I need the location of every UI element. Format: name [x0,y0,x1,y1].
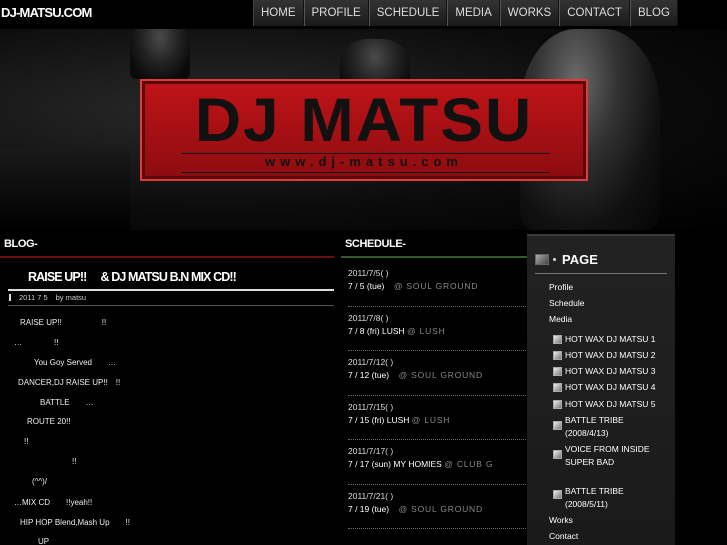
nav-media[interactable]: MEDIA [447,0,500,26]
bullet-icon [553,258,556,261]
image-icon [553,450,562,459]
post-author: by matsu [55,293,87,302]
schedule-item[interactable]: 2011/7/8( ) 7 / 8 (fri) LUSH @ LUSH [348,307,526,351]
post-meta: 2011 7 5 by matsu [9,293,86,302]
sidebar-heading: PAGE [535,252,598,267]
schedule-date[interactable]: 2011/7/15( ) [348,402,526,412]
post-title-divider [8,289,334,291]
nav-schedule[interactable]: SCHEDULE [368,0,448,26]
image-icon [553,367,562,376]
schedule-date[interactable]: 2011/7/8( ) [348,313,526,323]
post-line: (^^)/ [32,477,48,486]
schedule-heading: SCHEDULE- [345,238,406,250]
schedule-venue: @ LUSH [407,325,446,336]
schedule-venue: @ CLUB G [444,459,494,469]
nav-blog[interactable]: BLOG [629,0,678,26]
schedule-event: 7 / 5 (tue) @ SOUL GROUND [348,281,479,291]
sidebar-media-item[interactable]: BATTLE TRIBE (2008/5/11) [553,485,653,511]
sidebar-link-media[interactable]: Media [549,314,572,324]
page-sidebar: PAGE Profile Schedule Media HOT WAX DJ M… [527,234,675,545]
logo-text: DJ MATSU [194,85,534,155]
schedule-event: 7 / 12 (tue) @ SOUL GROUND [348,370,483,380]
banner-photo-figure [130,29,190,79]
sidebar-media-item[interactable]: HOT WAX DJ MATSU 3 [553,365,656,378]
post-line: RAISE UP!! !! [20,318,107,327]
meta-marker [9,294,11,301]
site-title[interactable]: DJ-MATSU.COM [1,5,92,20]
sidebar-link-contact[interactable]: Contact [549,531,578,541]
schedule-venue: @ SOUL GROUND [398,503,483,514]
schedule-item[interactable]: 2011/7/21( ) 7 / 19 (tue) @ SOUL GROUND [348,485,526,529]
schedule-divider [341,256,527,258]
schedule-date[interactable]: 2011/7/5( ) [348,268,526,278]
schedule-item[interactable]: 2011/7/17( ) 7 / 17 (sun) MY HOMIES @ CL… [348,440,526,485]
schedule-venue: @ LUSH [411,414,451,425]
post-line: … !! [14,338,59,347]
hero-banner: DJ MATSU www.dj-matsu.com [0,29,727,230]
sidebar-media-item[interactable]: HOT WAX DJ MATSU 2 [553,349,656,362]
post-line: !! [24,437,29,446]
blog-divider [0,256,334,258]
main-nav: HOME PROFILE SCHEDULE MEDIA WORKS CONTAC… [253,0,678,26]
post-line: …MIX CD !!yeah!! [14,498,93,507]
image-icon [553,351,562,360]
schedule-venue: @ SOUL GROUND [393,281,479,291]
dj-logo: DJ MATSU www.dj-matsu.com [140,79,588,181]
schedule-venue: @ SOUL GROUND [398,370,483,380]
sidebar-media-item[interactable]: VOICE FROM INSIDE SUPER BAD [553,443,663,469]
sidebar-heading-text: PAGE [562,252,598,267]
nav-contact[interactable]: CONTACT [559,0,630,26]
post-date: 2011 7 5 [19,293,48,302]
post-line: HIP HOP Blend,Mash Up !! [20,518,130,527]
schedule-event: 7 / 15 (fri) LUSH @ LUSH [348,414,451,425]
sidebar-media-item[interactable]: BATTLE TRIBE (2008/4/13) [553,414,653,440]
sidebar-media-item[interactable]: HOT WAX DJ MATSU 1 [553,333,656,346]
sidebar-media-item[interactable]: HOT WAX DJ MATSU 4 [553,381,656,394]
page-icon [535,254,549,265]
schedule-event: 7 / 19 (tue) @ SOUL GROUND [348,503,483,514]
schedule-item[interactable]: 2011/7/5( ) 7 / 5 (tue) @ SOUL GROUND [348,262,526,307]
post-title[interactable]: RAISE UP!! & DJ MATSU B.N MIX CD!! [28,266,237,285]
image-icon [553,335,562,344]
post-line: !! [72,457,77,466]
schedule-date[interactable]: 2011/7/17( ) [348,446,526,456]
nav-profile[interactable]: PROFILE [303,0,369,26]
blog-heading: BLOG- [4,238,38,250]
sidebar-divider [535,273,667,274]
post-line: UP [38,537,50,545]
schedule-event: 7 / 17 (sun) MY HOMIES @ CLUB G [348,459,494,469]
sidebar-link-schedule[interactable]: Schedule [549,298,584,308]
post-line: You Goy Served … [34,358,116,367]
logo-url: www.dj-matsu.com [265,154,463,169]
post-line: BATTLE … [40,398,94,407]
schedule-item[interactable]: 2011/7/12( ) 7 / 12 (tue) @ SOUL GROUND [348,351,526,396]
sidebar-media-item[interactable]: HOT WAX DJ MATSU 5 [553,398,656,411]
schedule-date[interactable]: 2011/7/12( ) [348,357,526,367]
nav-home[interactable]: HOME [253,0,304,26]
banner-photo-shadow [0,149,130,230]
sidebar-link-works[interactable]: Works [549,515,573,525]
logo-rule [182,172,550,173]
schedule-list: 2011/7/5( ) 7 / 5 (tue) @ SOUL GROUND 20… [348,262,526,529]
schedule-item[interactable]: 2011/7/15( ) 7 / 15 (fri) LUSH @ LUSH [348,396,526,440]
image-icon [553,490,562,499]
page-margin [675,230,727,545]
schedule-date[interactable]: 2011/7/21( ) [348,491,526,501]
nav-works[interactable]: WORKS [499,0,560,26]
post-meta-divider [8,305,334,306]
image-icon [553,383,562,392]
post-line: DANCER,DJ RAISE UP!! !! [18,378,121,387]
post-line: ROUTE 20!! [27,417,71,426]
schedule-event: 7 / 8 (fri) LUSH @ LUSH [348,325,446,336]
sidebar-link-profile[interactable]: Profile [549,282,573,292]
image-icon [553,400,562,409]
image-icon [553,421,562,430]
